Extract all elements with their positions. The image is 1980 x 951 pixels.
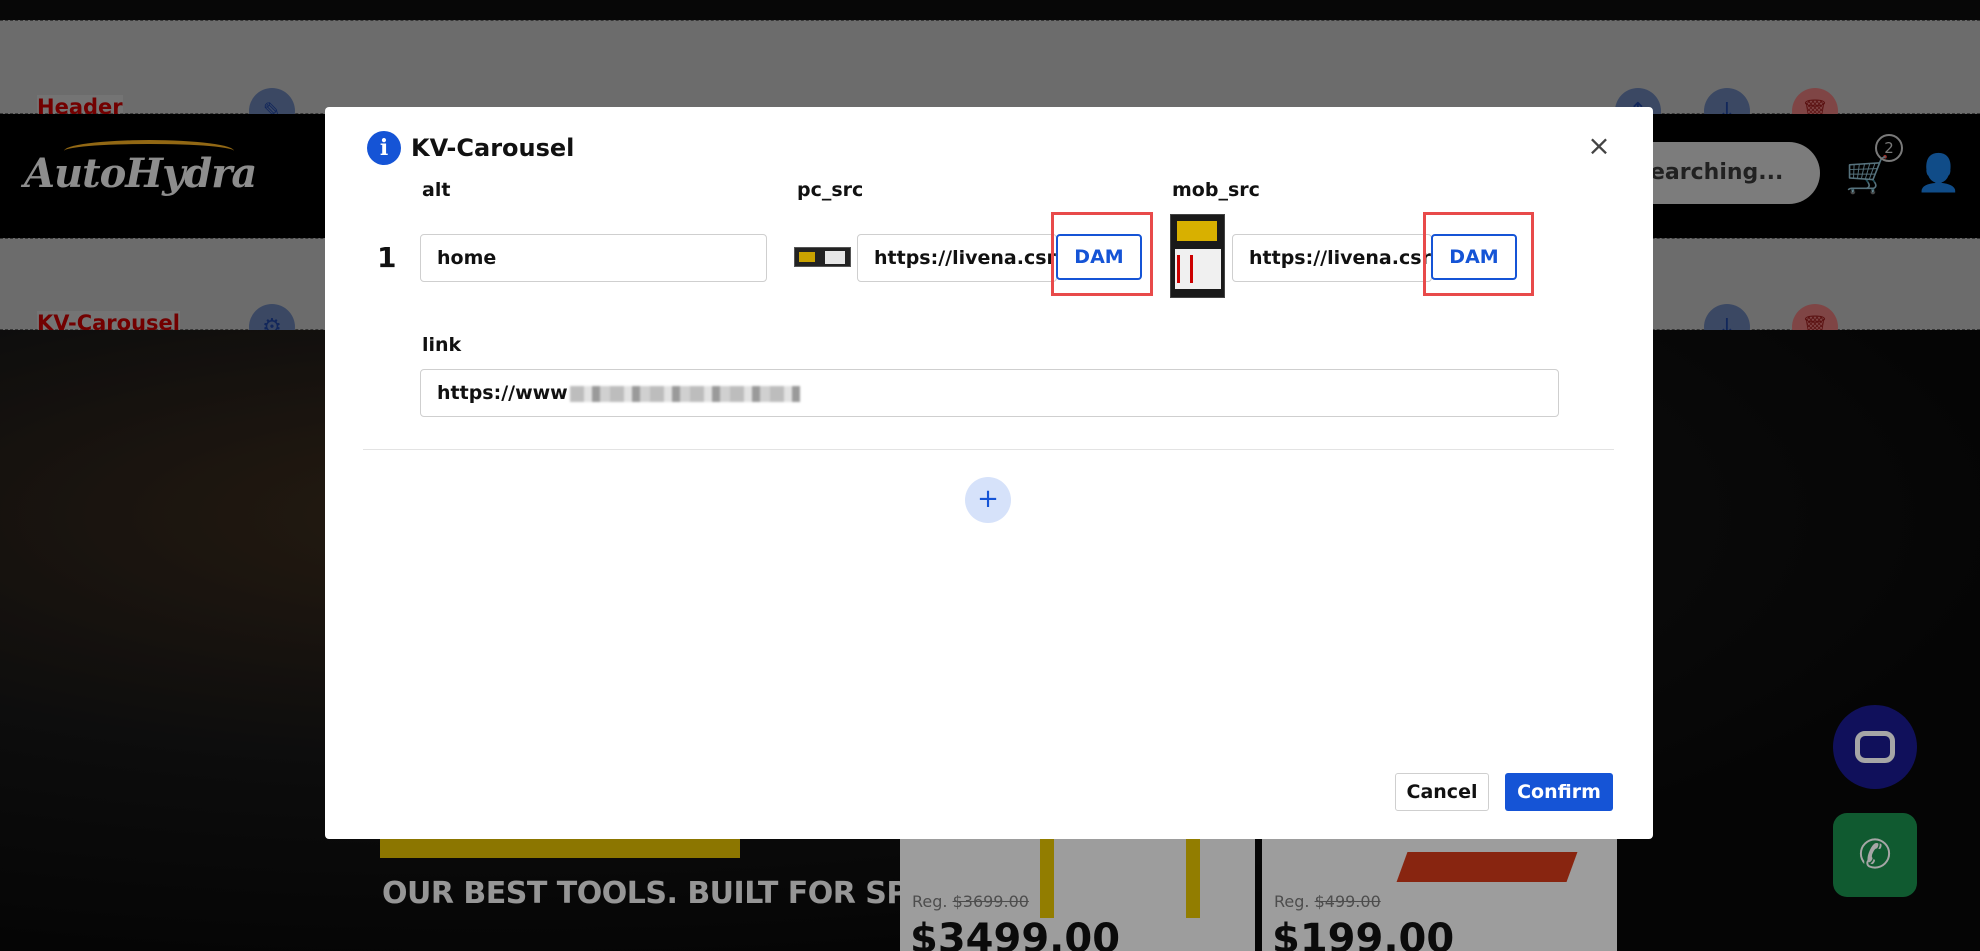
link-input[interactable]: https://www [420, 369, 1559, 417]
confirm-button[interactable]: Confirm [1505, 773, 1613, 811]
mob-src-column-label: mob_src [1172, 179, 1260, 201]
alt-input[interactable]: home [420, 234, 767, 282]
alt-column-label: alt [422, 179, 451, 201]
pc-src-column-label: pc_src [797, 179, 864, 201]
redacted-text [569, 385, 800, 402]
row-divider [363, 449, 1614, 450]
modal-title: i KV-Carousel [367, 131, 574, 165]
pc-dam-button[interactable]: DAM [1056, 234, 1142, 280]
cancel-button[interactable]: Cancel [1395, 773, 1489, 811]
mobile-image-thumbnail [1170, 214, 1225, 298]
kv-carousel-modal: i KV-Carousel × alt pc_src mob_src 1 hom… [325, 107, 1653, 839]
mob-src-input[interactable]: https://livena.csr [1232, 234, 1432, 282]
modal-title-text: KV-Carousel [411, 134, 575, 162]
add-row-button[interactable]: + [965, 477, 1011, 523]
pc-image-thumbnail [794, 247, 851, 267]
mob-dam-button[interactable]: DAM [1431, 234, 1517, 280]
link-column-label: link [422, 334, 462, 356]
info-icon: i [367, 131, 401, 165]
close-icon[interactable]: × [1587, 132, 1611, 160]
pc-src-input[interactable]: https://livena.csr [857, 234, 1057, 282]
row-index: 1 [377, 241, 397, 274]
